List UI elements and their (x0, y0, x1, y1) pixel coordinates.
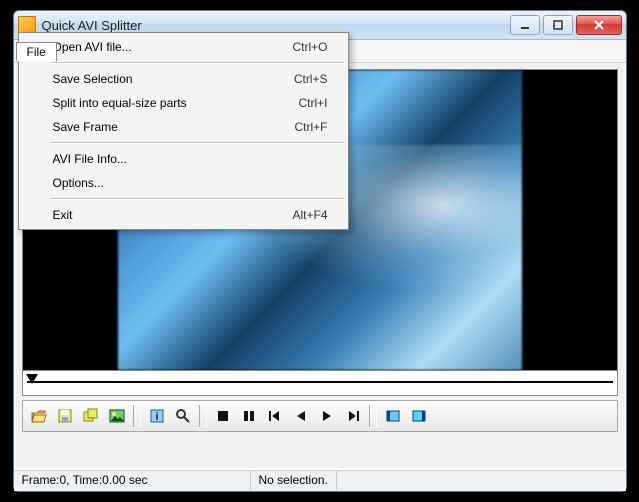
menu-options[interactable]: Options... (21, 171, 346, 195)
playhead-icon[interactable] (26, 374, 38, 384)
mark-in-icon (385, 408, 401, 424)
info-button[interactable]: i (145, 404, 169, 428)
stop-icon (215, 408, 231, 424)
separator (369, 405, 377, 427)
play-icon (319, 408, 335, 424)
step-back-button[interactable] (263, 404, 287, 428)
play-reverse-button[interactable] (289, 404, 313, 428)
menu-file-info[interactable]: AVI File Info... (21, 147, 346, 171)
play-reverse-icon (293, 408, 309, 424)
minimize-button[interactable] (510, 15, 540, 35)
close-button[interactable] (576, 15, 622, 35)
save-button[interactable] (53, 404, 77, 428)
zoom-icon (175, 408, 191, 424)
pause-icon (241, 408, 257, 424)
info-icon: i (149, 408, 165, 424)
separator (51, 62, 344, 64)
batch-button[interactable] (79, 404, 103, 428)
picture-button[interactable] (105, 404, 129, 428)
picture-icon (109, 408, 125, 424)
mark-out-button[interactable] (407, 404, 431, 428)
mark-in-button[interactable] (381, 404, 405, 428)
svg-text:i: i (155, 411, 158, 423)
mark-out-icon (411, 408, 427, 424)
menu-file[interactable]: File (16, 42, 57, 61)
batch-icon (83, 408, 99, 424)
open-button[interactable] (27, 404, 51, 428)
pause-button[interactable] (237, 404, 261, 428)
statusbar: Frame:0, Time:0.00 sec No selection. (14, 470, 626, 491)
timeline[interactable] (22, 371, 618, 396)
menu-save-selection[interactable]: Save SelectionCtrl+S (21, 67, 346, 91)
step-back-icon (267, 408, 283, 424)
menu-split[interactable]: Split into equal-size partsCtrl+I (21, 91, 346, 115)
maximize-button[interactable] (543, 15, 573, 35)
save-icon (57, 408, 73, 424)
window-title: Quick AVI Splitter (42, 18, 510, 33)
zoom-button[interactable] (171, 404, 195, 428)
status-selection: No selection. (251, 471, 337, 491)
menu-save-frame[interactable]: Save FrameCtrl+F (21, 115, 346, 139)
separator (133, 405, 141, 427)
step-forward-button[interactable] (341, 404, 365, 428)
step-forward-icon (345, 408, 361, 424)
separator (51, 142, 344, 144)
menubar: File Action Help Open AVI file...Ctrl+O … (14, 40, 626, 63)
separator (51, 198, 344, 200)
play-button[interactable] (315, 404, 339, 428)
menu-open-avi[interactable]: Open AVI file...Ctrl+O (21, 35, 346, 59)
window-controls (510, 15, 622, 35)
open-icon (31, 408, 47, 424)
separator (199, 405, 207, 427)
status-frame-time: Frame:0, Time:0.00 sec (14, 471, 251, 491)
stop-button[interactable] (211, 404, 235, 428)
app-window: Quick AVI Splitter File Action Help Open… (13, 10, 627, 492)
file-dropdown: Open AVI file...Ctrl+O Save SelectionCtr… (18, 32, 349, 230)
menu-exit[interactable]: ExitAlt+F4 (21, 203, 346, 227)
toolbar: i (22, 400, 618, 432)
